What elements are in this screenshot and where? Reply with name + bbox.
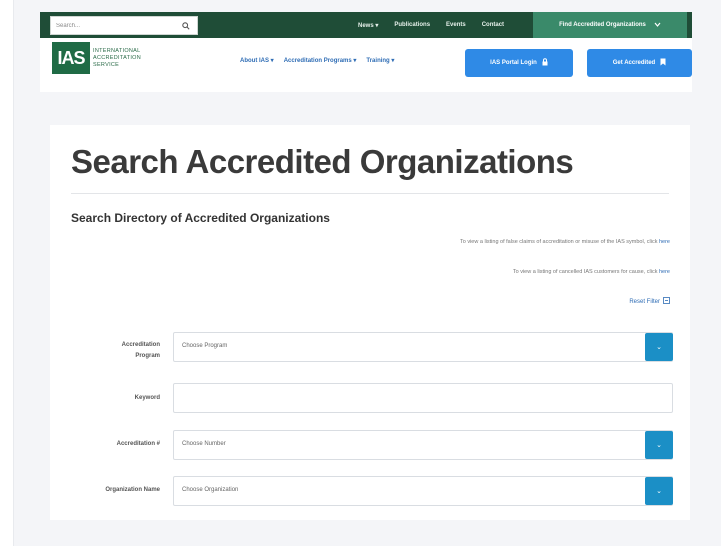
program-select-value: Choose Program [182,343,228,349]
program-select[interactable]: Choose Program ⌄ [173,332,673,362]
reset-filter-label: Reset Filter [629,298,660,305]
cancelled-customers-text: To view a listing of cancelled IAS custo… [512,269,658,275]
reset-filter-link[interactable]: Reset Filter [629,297,670,306]
org-select-value: Choose Organization [182,487,239,493]
logo-mark: IAS [52,42,90,74]
chevron-down-icon [654,22,661,29]
left-edge-strip [0,0,14,546]
cancelled-customers-note: To view a listing of cancelled IAS custo… [513,269,670,275]
program-select-button[interactable]: ⌄ [645,333,673,361]
get-accredited-button[interactable]: Get Accredited [587,49,692,77]
search-icon[interactable] [179,19,193,33]
bookmark-icon [660,58,666,68]
chevron-down-icon: ⌄ [656,442,662,449]
org-select-button[interactable]: ⌄ [645,477,673,505]
false-claims-link[interactable]: here [659,239,670,245]
page-title: Search Accredited Organizations [71,143,574,180]
cancelled-customers-link[interactable]: here [659,269,670,275]
search-card: Search Accredited Organizations Search D… [50,125,690,520]
keyword-label: Keyword [134,395,160,401]
number-select-value: Choose Number [182,441,226,447]
program-label-line1: Accreditation [121,342,160,348]
nav-accreditation-programs[interactable]: Accreditation Programs ▾ [284,57,357,64]
program-label-line2: Program [135,353,160,359]
section-subtitle: Search Directory of Accredited Organizat… [71,211,330,225]
number-select[interactable]: Choose Number ⌄ [173,430,673,460]
chevron-down-icon: ⌄ [656,488,662,495]
find-accredited-label: Find Accredited Organizations [559,22,646,28]
find-accredited-button[interactable]: Find Accredited Organizations [533,12,687,38]
title-divider [71,193,669,194]
false-claims-note: To view a listing of false claims of acc… [460,239,670,245]
site-logo[interactable]: IAS International Accreditation Service [52,42,163,74]
keyword-field [173,383,673,413]
keyword-input[interactable] [174,384,672,412]
top-links: News ▾ Publications Events Contact [358,12,504,38]
get-accredited-label: Get Accredited [612,60,656,66]
portal-login-button[interactable]: IAS Portal Login [465,49,573,77]
main-nav: About IAS ▾ Accreditation Programs ▾ Tra… [240,57,394,64]
site-header: IAS International Accreditation Service … [40,38,692,92]
top-link-publications[interactable]: Publications [394,22,430,28]
top-link-news[interactable]: News ▾ [358,22,378,29]
search-box [50,16,198,35]
top-link-contact[interactable]: Contact [482,22,504,28]
org-label: Organization Name [105,487,160,493]
lock-icon [542,58,548,68]
number-select-button[interactable]: ⌄ [645,431,673,459]
number-label: Accreditation # [116,441,160,447]
search-input[interactable] [51,17,179,34]
top-utility-bar: News ▾ Publications Events Contact Find … [40,12,692,38]
org-select[interactable]: Choose Organization ⌄ [173,476,673,506]
portal-login-label: IAS Portal Login [490,60,537,66]
program-label: Accreditation Program [50,340,160,362]
chevron-down-icon: ⌄ [656,344,662,351]
false-claims-text: To view a listing of false claims of acc… [459,239,658,245]
logo-text: International Accreditation Service [93,47,142,68]
refresh-icon [663,297,670,306]
nav-about[interactable]: About IAS ▾ [240,57,274,64]
top-link-events[interactable]: Events [446,22,466,28]
nav-training[interactable]: Training ▾ [366,57,394,64]
